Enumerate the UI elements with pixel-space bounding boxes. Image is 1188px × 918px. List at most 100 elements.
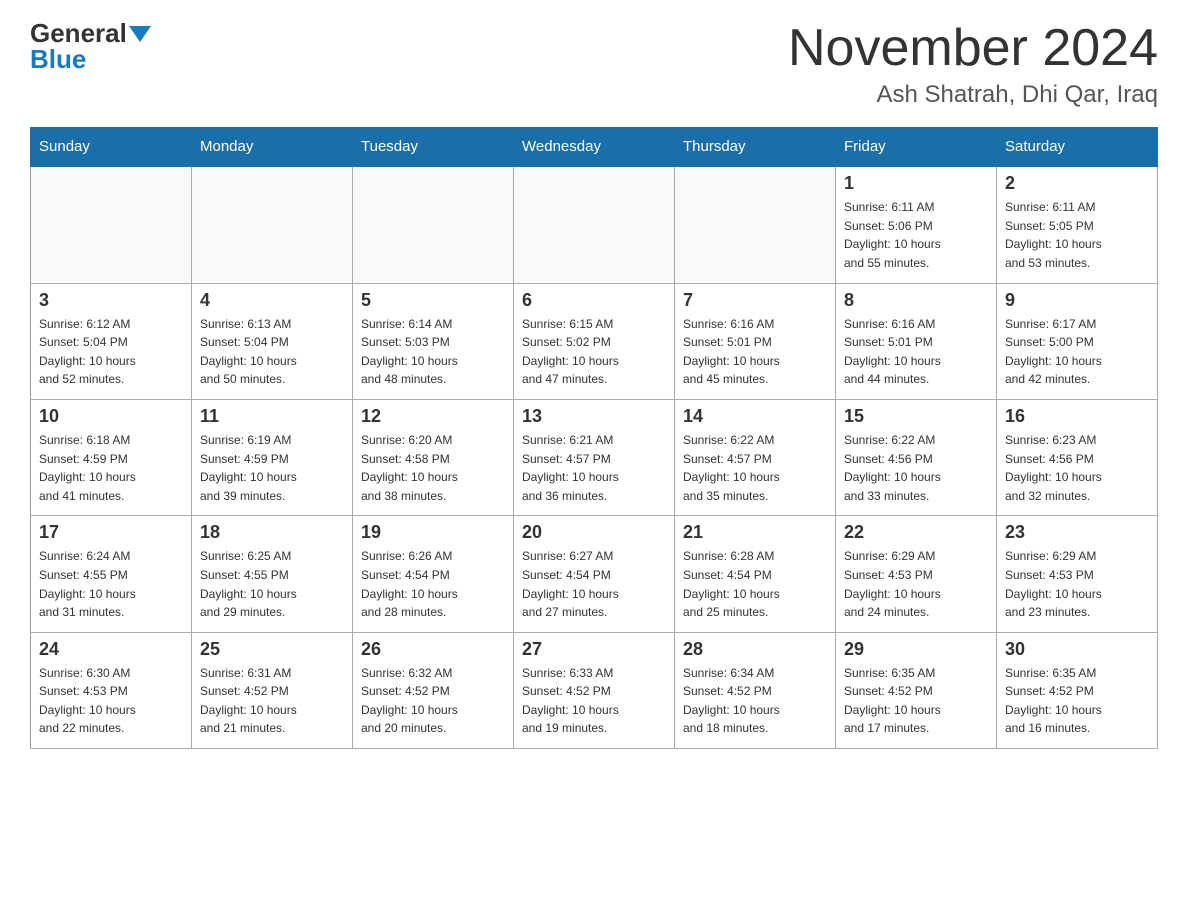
calendar-cell: 9 Sunrise: 6:17 AMSunset: 5:00 PMDaylight… xyxy=(997,283,1158,399)
day-number: 11 xyxy=(200,406,344,427)
calendar-cell: 21 Sunrise: 6:28 AMSunset: 4:54 PMDayligh… xyxy=(675,516,836,632)
calendar-cell: 26 Sunrise: 6:32 AMSunset: 4:52 PMDayligh… xyxy=(353,632,514,748)
day-info: Sunrise: 6:26 AMSunset: 4:54 PMDaylight:… xyxy=(361,547,505,621)
day-info: Sunrise: 6:32 AMSunset: 4:52 PMDaylight:… xyxy=(361,664,505,738)
calendar-cell: 13 Sunrise: 6:21 AMSunset: 4:57 PMDayligh… xyxy=(514,399,675,515)
day-number: 8 xyxy=(844,290,988,311)
calendar-cell: 1Sunrise: 6:11 AMSunset: 5:06 PMDaylight… xyxy=(836,166,997,283)
day-number: 30 xyxy=(1005,639,1149,660)
calendar-cell: 16 Sunrise: 6:23 AMSunset: 4:56 PMDayligh… xyxy=(997,399,1158,515)
logo: General Blue xyxy=(30,20,151,72)
day-number: 20 xyxy=(522,522,666,543)
location-subtitle: Ash Shatrah, Dhi Qar, Iraq xyxy=(788,81,1158,109)
day-number: 24 xyxy=(39,639,183,660)
day-number: 21 xyxy=(683,522,827,543)
logo-blue-text: Blue xyxy=(30,46,86,72)
calendar-cell: 8 Sunrise: 6:16 AMSunset: 5:01 PMDaylight… xyxy=(836,283,997,399)
day-number: 10 xyxy=(39,406,183,427)
calendar-cell: 17 Sunrise: 6:24 AMSunset: 4:55 PMDayligh… xyxy=(31,516,192,632)
day-info: Sunrise: 6:27 AMSunset: 4:54 PMDaylight:… xyxy=(522,547,666,621)
calendar-week-row: 17 Sunrise: 6:24 AMSunset: 4:55 PMDayligh… xyxy=(31,516,1158,632)
calendar-header-monday: Monday xyxy=(192,128,353,167)
calendar-cell: 15 Sunrise: 6:22 AMSunset: 4:56 PMDayligh… xyxy=(836,399,997,515)
day-info: Sunrise: 6:21 AMSunset: 4:57 PMDaylight:… xyxy=(522,431,666,505)
day-info: Sunrise: 6:30 AMSunset: 4:53 PMDaylight:… xyxy=(39,664,183,738)
page-header: General Blue November 2024 Ash Shatrah, … xyxy=(30,20,1158,109)
day-number: 7 xyxy=(683,290,827,311)
calendar-week-row: 1Sunrise: 6:11 AMSunset: 5:06 PMDaylight… xyxy=(31,166,1158,283)
day-number: 2 xyxy=(1005,173,1149,194)
day-number: 22 xyxy=(844,522,988,543)
day-info: Sunrise: 6:34 AMSunset: 4:52 PMDaylight:… xyxy=(683,664,827,738)
calendar-header-row: SundayMondayTuesdayWednesdayThursdayFrid… xyxy=(31,128,1158,167)
day-info: Sunrise: 6:31 AMSunset: 4:52 PMDaylight:… xyxy=(200,664,344,738)
calendar-cell: 5 Sunrise: 6:14 AMSunset: 5:03 PMDaylight… xyxy=(353,283,514,399)
calendar-header-sunday: Sunday xyxy=(31,128,192,167)
day-info: Sunrise: 6:23 AMSunset: 4:56 PMDaylight:… xyxy=(1005,431,1149,505)
day-number: 27 xyxy=(522,639,666,660)
day-number: 17 xyxy=(39,522,183,543)
day-number: 28 xyxy=(683,639,827,660)
day-number: 29 xyxy=(844,639,988,660)
logo-triangle-icon xyxy=(129,26,151,42)
title-area: November 2024 Ash Shatrah, Dhi Qar, Iraq xyxy=(788,20,1158,109)
calendar-cell: 19 Sunrise: 6:26 AMSunset: 4:54 PMDayligh… xyxy=(353,516,514,632)
day-number: 6 xyxy=(522,290,666,311)
calendar-cell: 2 Sunrise: 6:11 AMSunset: 5:05 PMDaylight… xyxy=(997,166,1158,283)
month-title: November 2024 xyxy=(788,20,1158,77)
day-number: 3 xyxy=(39,290,183,311)
calendar-cell: 23 Sunrise: 6:29 AMSunset: 4:53 PMDayligh… xyxy=(997,516,1158,632)
day-number: 5 xyxy=(361,290,505,311)
day-info: Sunrise: 6:12 AMSunset: 5:04 PMDaylight:… xyxy=(39,315,183,389)
calendar-cell: 25 Sunrise: 6:31 AMSunset: 4:52 PMDayligh… xyxy=(192,632,353,748)
day-number: 9 xyxy=(1005,290,1149,311)
calendar-cell: 11 Sunrise: 6:19 AMSunset: 4:59 PMDayligh… xyxy=(192,399,353,515)
day-number: 13 xyxy=(522,406,666,427)
day-number: 15 xyxy=(844,406,988,427)
calendar-cell: 28 Sunrise: 6:34 AMSunset: 4:52 PMDayligh… xyxy=(675,632,836,748)
day-number: 16 xyxy=(1005,406,1149,427)
calendar-cell xyxy=(192,166,353,283)
logo-general-text: General xyxy=(30,20,127,46)
calendar-header-thursday: Thursday xyxy=(675,128,836,167)
day-info: Sunrise: 6:13 AMSunset: 5:04 PMDaylight:… xyxy=(200,315,344,389)
calendar-cell xyxy=(353,166,514,283)
calendar-cell xyxy=(514,166,675,283)
day-info: Sunrise: 6:17 AMSunset: 5:00 PMDaylight:… xyxy=(1005,315,1149,389)
day-number: 25 xyxy=(200,639,344,660)
day-info: Sunrise: 6:15 AMSunset: 5:02 PMDaylight:… xyxy=(522,315,666,389)
calendar-cell: 10Sunrise: 6:18 AMSunset: 4:59 PMDayligh… xyxy=(31,399,192,515)
day-number: 19 xyxy=(361,522,505,543)
calendar-cell xyxy=(31,166,192,283)
day-info: Sunrise: 6:22 AMSunset: 4:56 PMDaylight:… xyxy=(844,431,988,505)
calendar-cell: 4 Sunrise: 6:13 AMSunset: 5:04 PMDaylight… xyxy=(192,283,353,399)
calendar-header-tuesday: Tuesday xyxy=(353,128,514,167)
calendar-cell: 30Sunrise: 6:35 AMSunset: 4:52 PMDayligh… xyxy=(997,632,1158,748)
day-number: 4 xyxy=(200,290,344,311)
calendar-week-row: 10Sunrise: 6:18 AMSunset: 4:59 PMDayligh… xyxy=(31,399,1158,515)
day-info: Sunrise: 6:29 AMSunset: 4:53 PMDaylight:… xyxy=(1005,547,1149,621)
calendar-cell: 7 Sunrise: 6:16 AMSunset: 5:01 PMDaylight… xyxy=(675,283,836,399)
day-info: Sunrise: 6:11 AMSunset: 5:05 PMDaylight:… xyxy=(1005,198,1149,272)
calendar-cell: 14 Sunrise: 6:22 AMSunset: 4:57 PMDayligh… xyxy=(675,399,836,515)
calendar-cell: 12Sunrise: 6:20 AMSunset: 4:58 PMDayligh… xyxy=(353,399,514,515)
day-info: Sunrise: 6:22 AMSunset: 4:57 PMDaylight:… xyxy=(683,431,827,505)
day-info: Sunrise: 6:16 AMSunset: 5:01 PMDaylight:… xyxy=(683,315,827,389)
calendar-header-saturday: Saturday xyxy=(997,128,1158,167)
day-info: Sunrise: 6:19 AMSunset: 4:59 PMDaylight:… xyxy=(200,431,344,505)
day-number: 18 xyxy=(200,522,344,543)
day-number: 26 xyxy=(361,639,505,660)
calendar-cell: 20 Sunrise: 6:27 AMSunset: 4:54 PMDayligh… xyxy=(514,516,675,632)
day-info: Sunrise: 6:35 AMSunset: 4:52 PMDaylight:… xyxy=(844,664,988,738)
calendar-week-row: 24 Sunrise: 6:30 AMSunset: 4:53 PMDayligh… xyxy=(31,632,1158,748)
day-info: Sunrise: 6:28 AMSunset: 4:54 PMDaylight:… xyxy=(683,547,827,621)
day-number: 1 xyxy=(844,173,988,194)
calendar-cell: 29 Sunrise: 6:35 AMSunset: 4:52 PMDayligh… xyxy=(836,632,997,748)
day-number: 23 xyxy=(1005,522,1149,543)
day-info: Sunrise: 6:14 AMSunset: 5:03 PMDaylight:… xyxy=(361,315,505,389)
day-number: 14 xyxy=(683,406,827,427)
day-info: Sunrise: 6:24 AMSunset: 4:55 PMDaylight:… xyxy=(39,547,183,621)
day-number: 12 xyxy=(361,406,505,427)
calendar-cell: 18Sunrise: 6:25 AMSunset: 4:55 PMDayligh… xyxy=(192,516,353,632)
day-info: Sunrise: 6:16 AMSunset: 5:01 PMDaylight:… xyxy=(844,315,988,389)
